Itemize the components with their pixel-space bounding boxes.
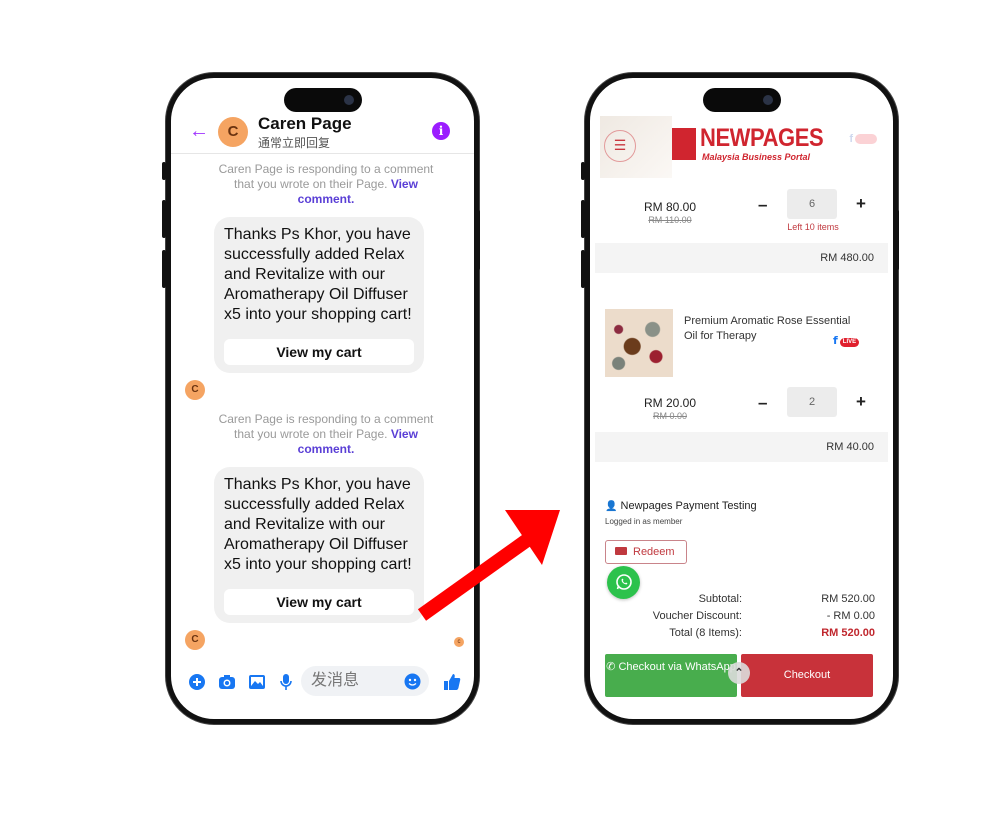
subtotal-row: Subtotal: RM 520.00 [605, 593, 875, 609]
message-bubble: Thanks Ps Khor, you have successfully ad… [214, 217, 424, 373]
item-original-price: RM 110.00 [648, 215, 692, 225]
member-status: Logged in as member [605, 517, 683, 526]
item-price: RM 80.00 [643, 200, 697, 214]
member-name: 👤 Newpages Payment Testing [605, 500, 757, 512]
subtotal-label: Subtotal: [698, 593, 742, 605]
compose-bar: 发消息 [171, 664, 474, 700]
item-price: RM 20.00 [643, 396, 697, 410]
total-label: Total (8 Items): [669, 627, 742, 639]
side-button [162, 200, 166, 238]
side-button [476, 210, 480, 270]
side-button [581, 162, 585, 180]
message-input-placeholder: 发消息 [311, 672, 360, 689]
plus-icon[interactable] [188, 673, 206, 691]
emoji-icon[interactable] [404, 673, 421, 690]
whatsapp-icon: ✆ [606, 661, 616, 673]
facebook-icon: f [849, 133, 853, 145]
system-note: Caren Page is responding to a comment th… [211, 162, 441, 207]
back-arrow-icon[interactable]: ← [189, 120, 209, 143]
message-text: Thanks Ps Khor, you have successfully ad… [224, 226, 412, 323]
view-my-cart-button[interactable]: View my cart [224, 589, 414, 615]
sender-avatar: C [185, 630, 205, 650]
hamburger-menu-icon[interactable]: ☰ [604, 130, 636, 162]
contact-name[interactable]: Caren Page [258, 114, 352, 134]
info-icon[interactable]: i [432, 122, 450, 140]
checkout-whatsapp-button[interactable]: ✆ Checkout via WhatsApp [605, 654, 737, 697]
thumbs-up-icon[interactable] [443, 673, 461, 691]
logo-mark-icon [672, 128, 696, 160]
stock-note: Left 10 items [787, 222, 839, 232]
item-line-total: RM 40.00 [595, 432, 888, 462]
discount-row: Voucher Discount: - RM 0.00 [605, 610, 875, 626]
user-icon: 👤 [605, 501, 618, 512]
camera-icon[interactable] [218, 673, 236, 691]
scroll-to-top-button[interactable]: ⌃ [728, 662, 750, 684]
quantity-input[interactable]: 2 [787, 387, 837, 417]
total-row: Total (8 Items): RM 520.00 [605, 627, 875, 643]
view-my-cart-button[interactable]: View my cart [224, 339, 414, 365]
member-name-text: Newpages Payment Testing [620, 500, 757, 512]
side-button [581, 250, 585, 288]
contact-status: 通常立即回复 [258, 136, 331, 150]
subtotal-value: RM 520.00 [821, 593, 875, 605]
chat-header: ← C Caren Page 通常立即回复 i [171, 112, 474, 154]
side-button [162, 162, 166, 180]
product-image[interactable] [605, 309, 673, 377]
brand-tagline: Malaysia Business Portal [702, 152, 811, 162]
sender-avatar: C [185, 380, 205, 400]
side-button [581, 200, 585, 238]
voucher-icon [615, 547, 627, 555]
quantity-input[interactable]: 6 [787, 189, 837, 219]
side-button [162, 250, 166, 288]
contact-avatar[interactable]: C [218, 117, 248, 147]
redeem-label: Redeem [633, 546, 675, 558]
image-icon[interactable] [248, 673, 266, 691]
live-badge: LIVE [839, 338, 860, 347]
member-info: 👤 Newpages Payment Testing Logged in as … [605, 500, 757, 526]
facebook-icon: f [833, 334, 838, 347]
whatsapp-icon [615, 574, 632, 590]
message-bubble: Thanks Ps Khor, you have successfully ad… [214, 467, 424, 623]
item-line-total: RM 480.00 [595, 243, 888, 273]
decrease-quantity-button[interactable]: – [758, 195, 767, 215]
message-text: Thanks Ps Khor, you have successfully ad… [224, 476, 412, 573]
read-receipt-avatar: c [454, 637, 464, 647]
discount-value: - RM 0.00 [826, 610, 875, 622]
increase-quantity-button[interactable]: + [856, 194, 866, 214]
redeem-button[interactable]: Redeem [605, 540, 687, 564]
red-arrow-graphic [417, 510, 560, 621]
checkout-button[interactable]: Checkout [741, 654, 873, 697]
microphone-icon[interactable] [277, 673, 295, 691]
discount-label: Voucher Discount: [652, 610, 742, 622]
dynamic-island [702, 88, 781, 112]
source-badge: f LIVE [833, 331, 860, 349]
dynamic-island [283, 88, 362, 112]
decrease-quantity-button[interactable]: – [758, 393, 767, 413]
item-original-price: RM 0.00 [652, 411, 687, 421]
cart-phone: ☰ NEWPAGES Malaysia Business Portal f RM… [585, 73, 898, 724]
total-value: RM 520.00 [821, 627, 875, 639]
side-button [895, 210, 899, 270]
system-note: Caren Page is responding to a comment th… [211, 412, 441, 457]
cart-item: Premium Aromatic Rose Essential Oil for … [605, 309, 875, 379]
live-badge [855, 134, 877, 144]
increase-quantity-button[interactable]: + [856, 392, 866, 412]
brand-name: NEWPAGES [700, 124, 824, 152]
checkout-whatsapp-label: Checkout via WhatsApp [618, 661, 736, 673]
message-input[interactable]: 发消息 [301, 666, 429, 696]
